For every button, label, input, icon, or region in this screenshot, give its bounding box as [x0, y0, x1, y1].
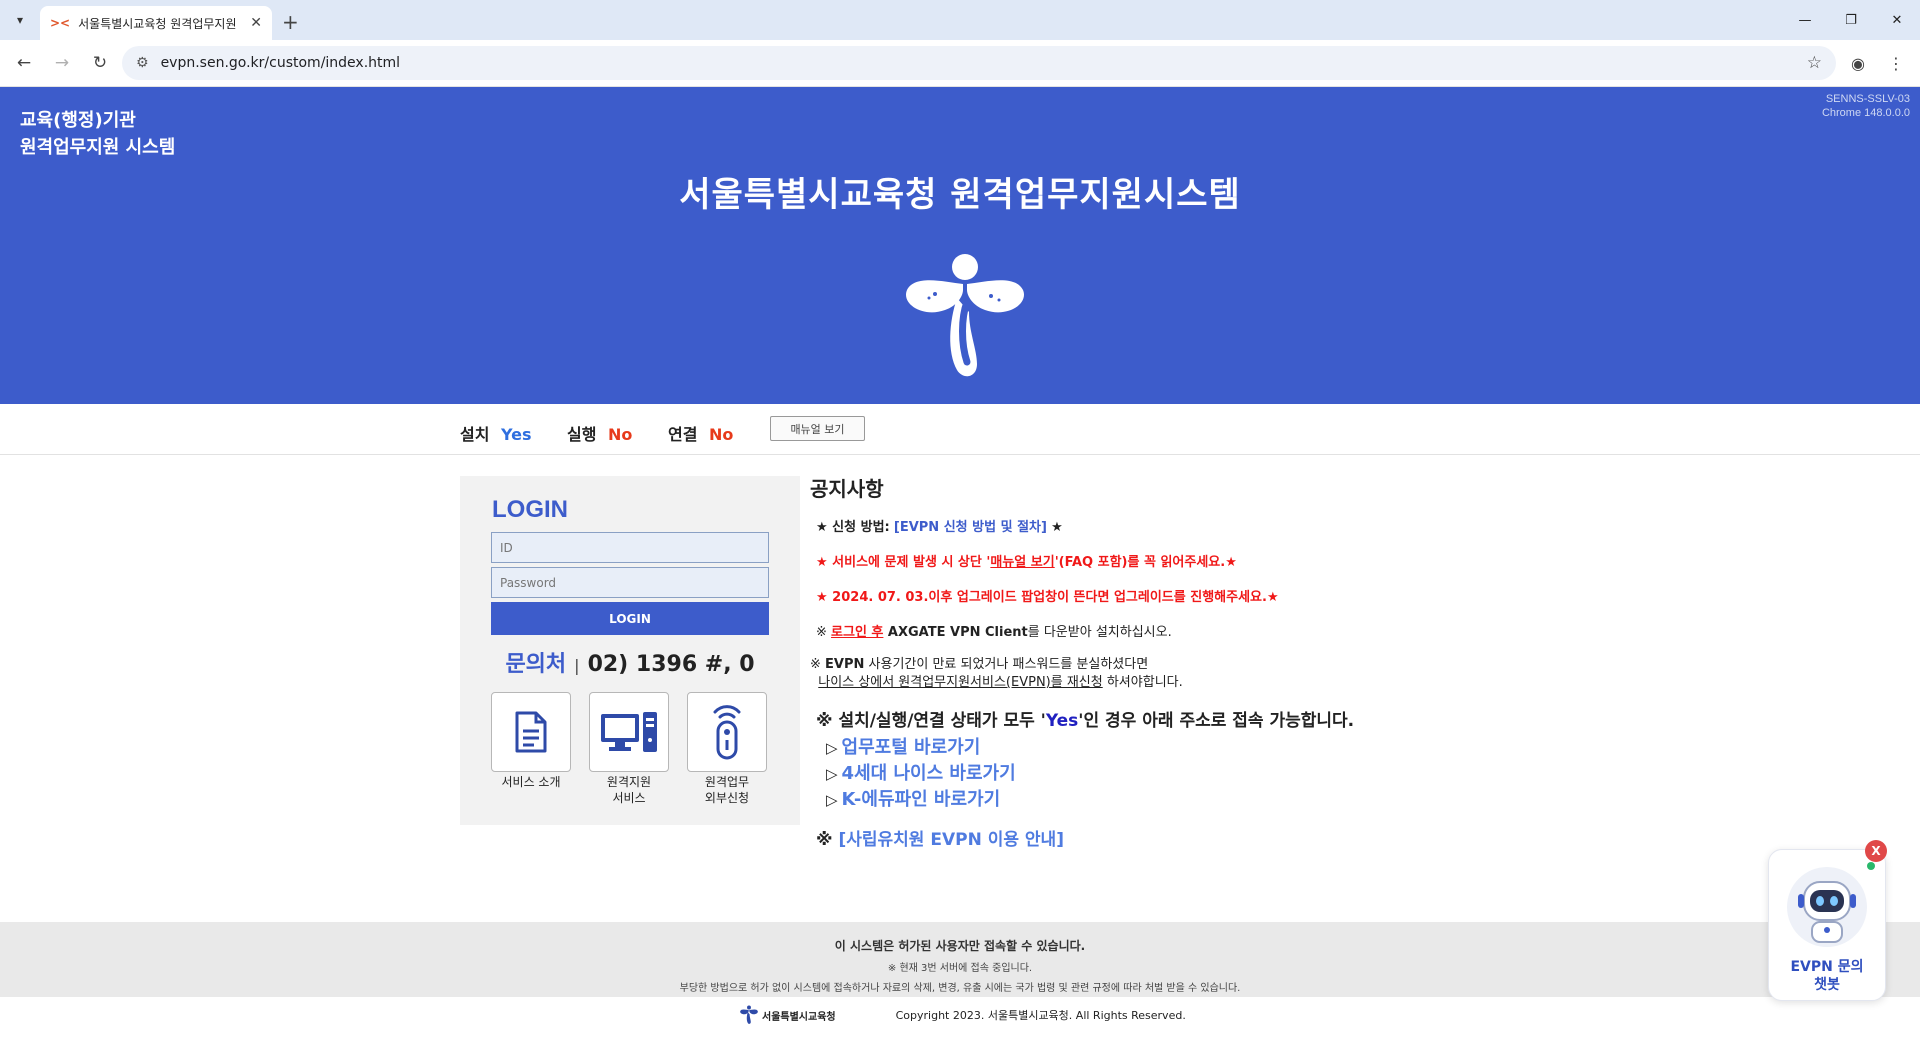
- edufine-link[interactable]: ▷ K-에듀파인 바로가기: [826, 787, 1510, 813]
- url-text[interactable]: evpn.sen.go.kr/custom/index.html: [161, 55, 1795, 71]
- connect-label: 연결: [668, 425, 698, 444]
- footer-warning: 이 시스템은 허가된 사용자만 접속할 수 있습니다.: [834, 939, 1086, 953]
- service-label: 원격업무 외부신청: [704, 775, 750, 805]
- login-button[interactable]: LOGIN: [491, 602, 769, 635]
- window-controls: — ❐ ✕: [1782, 0, 1920, 40]
- site-info-icon[interactable]: ⚙: [136, 55, 149, 71]
- triangle-right-icon: ▷: [826, 765, 838, 783]
- org-title: 교육(행정)기관 원격업무지원 시스템: [20, 107, 175, 161]
- notice-expire: ※ EVPN 사용기간이 만료 되었거나 패스워드를 분실하셨다면 나이스 상에…: [810, 657, 1183, 690]
- browser-tab-bar: ▾ >< 서울특별시교육청 원격업무지원 ✕ + — ❐ ✕: [0, 0, 1920, 40]
- close-window-icon[interactable]: ✕: [1874, 0, 1920, 40]
- remote-work-apply-button[interactable]: 원격업무 외부신청: [687, 692, 767, 806]
- footer-brand: 서울특별시교육청: [740, 1005, 836, 1025]
- notice-private: ※ [사립유치원 EVPN 이용 안내]: [816, 830, 1064, 850]
- notice-client: ※ 로그인 후 AXGATE VPN Client를 다운받아 설치하십시오.: [816, 625, 1172, 640]
- document-icon: [491, 692, 571, 772]
- page-title: 서울특별시교육청 원격업무지원시스템: [679, 175, 1241, 215]
- contact-info: 문의처 | 02) 1396 #, 0: [460, 646, 800, 678]
- notice-problem: ★ 서비스에 문제 발생 시 상단 '매뉴얼 보기'(FAQ 포함)를 꼭 읽어…: [816, 555, 1237, 570]
- contact-label: 문의처: [505, 652, 567, 677]
- back-icon[interactable]: ←: [8, 47, 40, 79]
- tab-title: 서울특별시교육청 원격업무지원: [78, 16, 237, 31]
- seoul-education-logo-icon: [905, 254, 1025, 377]
- browser-toolbar: ← → ↻ ⚙ evpn.sen.go.kr/custom/index.html…: [0, 40, 1920, 87]
- tab-search-button[interactable]: ▾: [6, 6, 34, 34]
- chatbot-label: EVPN 문의 챗봇: [1790, 959, 1864, 993]
- server-info: SENNS-SSLV-03 Chrome 148.0.0.0: [1822, 92, 1910, 120]
- service-label: 서비스 소개: [501, 775, 561, 789]
- install-label: 설치: [460, 425, 490, 444]
- footer-server: ※ 현재 3번 서버에 접속 중입니다.: [887, 963, 1033, 974]
- run-label: 실행: [567, 425, 597, 444]
- private-kindergarten-link[interactable]: [사립유치원 EVPN 이용 안내]: [838, 830, 1064, 850]
- forward-icon[interactable]: →: [46, 47, 78, 79]
- run-status: 실행 No: [567, 421, 632, 445]
- copyright-text: Copyright 2023. 서울특별시교육청. All Rights Res…: [895, 1009, 1186, 1022]
- remote-icon: [687, 692, 767, 772]
- status-bar: 설치 Yes 실행 No 연결 No 매뉴얼 보기: [0, 404, 1920, 455]
- portal-link[interactable]: ▷ 업무포털 바로가기: [826, 735, 1510, 761]
- contact-separator: |: [574, 656, 580, 675]
- login-panel: LOGIN ID Password LOGIN 문의처 | 02) 1396 #, …: [460, 476, 800, 825]
- remote-support-button[interactable]: 원격지원 서비스: [589, 692, 669, 806]
- id-input[interactable]: ID: [491, 532, 769, 563]
- connect-status: 연결 No: [668, 421, 733, 445]
- install-status: 설치 Yes: [460, 421, 532, 445]
- service-intro-button[interactable]: 서비스 소개: [491, 692, 571, 790]
- notice-section: 공지사항 ★ 신청 방법: [EVPN 신청 방법 및 절차] ★ ★ 서비스에…: [810, 473, 1510, 850]
- reload-icon[interactable]: ↻: [84, 47, 116, 79]
- chatbot-close-button[interactable]: X: [1865, 840, 1887, 862]
- computer-icon: [589, 692, 669, 772]
- manual-link[interactable]: 매뉴얼 보기: [990, 555, 1054, 570]
- service-label: 원격지원 서비스: [606, 775, 652, 805]
- copyright-row: 서울특별시교육청 Copyright 2023. 서울특별시교육청. All R…: [740, 1005, 1186, 1025]
- favicon-icon: ><: [50, 16, 71, 30]
- triangle-right-icon: ▷: [826, 739, 838, 757]
- robot-icon: [1787, 867, 1867, 947]
- seoul-education-small-logo-icon: [740, 1005, 758, 1024]
- install-value: Yes: [501, 425, 532, 444]
- login-after-link[interactable]: 로그인 후: [831, 625, 883, 640]
- notice-status: ※ 설치/실행/연결 상태가 모두 'Yes'인 경우 아래 주소로 접속 가능…: [816, 711, 1355, 731]
- minimize-icon[interactable]: —: [1782, 0, 1828, 40]
- contact-number: 02) 1396 #, 0: [587, 652, 755, 677]
- footer-legal: 부당한 방법으로 허가 없이 시스템에 접속하거나 자료의 삭제, 변경, 유출…: [679, 983, 1241, 994]
- neis-link[interactable]: ▷ 4세대 나이스 바로가기: [826, 761, 1510, 787]
- browser-version: Chrome 148.0.0.0: [1821, 107, 1910, 119]
- triangle-right-icon: ▷: [826, 791, 838, 809]
- reapply-link[interactable]: 나이스 상에서 원격업무지원서비스(EVPN)를 재신청: [818, 675, 1102, 690]
- footer: 이 시스템은 허가된 사용자만 접속할 수 있습니다. ※ 현재 3번 서버에 …: [0, 922, 1920, 997]
- restore-icon[interactable]: ❐: [1828, 0, 1874, 40]
- hero-header: 교육(행정)기관 원격업무지원 시스템 SENNS-SSLV-03 Chrome…: [0, 87, 1920, 404]
- server-name: SENNS-SSLV-03: [1825, 93, 1910, 105]
- page: 교육(행정)기관 원격업무지원 시스템 SENNS-SSLV-03 Chrome…: [0, 87, 1920, 1040]
- org-line2: 원격업무지원 시스템: [20, 137, 176, 158]
- connect-value: No: [709, 425, 734, 444]
- password-input[interactable]: Password: [491, 567, 769, 598]
- browser-tab[interactable]: >< 서울특별시교육청 원격업무지원 ✕: [40, 6, 272, 40]
- org-line1: 교육(행정)기관: [20, 110, 136, 131]
- chatbot-widget[interactable]: X EVPN 문의 챗봇: [1768, 840, 1887, 1001]
- login-title: LOGIN: [492, 496, 568, 523]
- menu-kebab-icon[interactable]: ⋮: [1880, 47, 1912, 79]
- manual-button[interactable]: 매뉴얼 보기: [770, 416, 865, 441]
- apply-guide-link[interactable]: [EVPN 신청 방법 및 절차]: [894, 520, 1047, 535]
- online-indicator: [1867, 862, 1875, 870]
- address-bar[interactable]: ⚙ evpn.sen.go.kr/custom/index.html ☆: [122, 46, 1836, 80]
- bookmark-star-icon[interactable]: ☆: [1807, 53, 1822, 73]
- profile-icon[interactable]: ◉: [1842, 47, 1874, 79]
- run-value: No: [608, 425, 633, 444]
- notice-title: 공지사항: [810, 477, 884, 501]
- new-tab-icon[interactable]: +: [282, 10, 299, 34]
- notice-apply: ★ 신청 방법: [EVPN 신청 방법 및 절차] ★: [816, 520, 1063, 535]
- close-tab-icon[interactable]: ✕: [250, 15, 262, 31]
- notice-upgrade: ★ 2024. 07. 03.이후 업그레이드 팝업창이 뜬다면 업그레이드를 …: [816, 590, 1279, 605]
